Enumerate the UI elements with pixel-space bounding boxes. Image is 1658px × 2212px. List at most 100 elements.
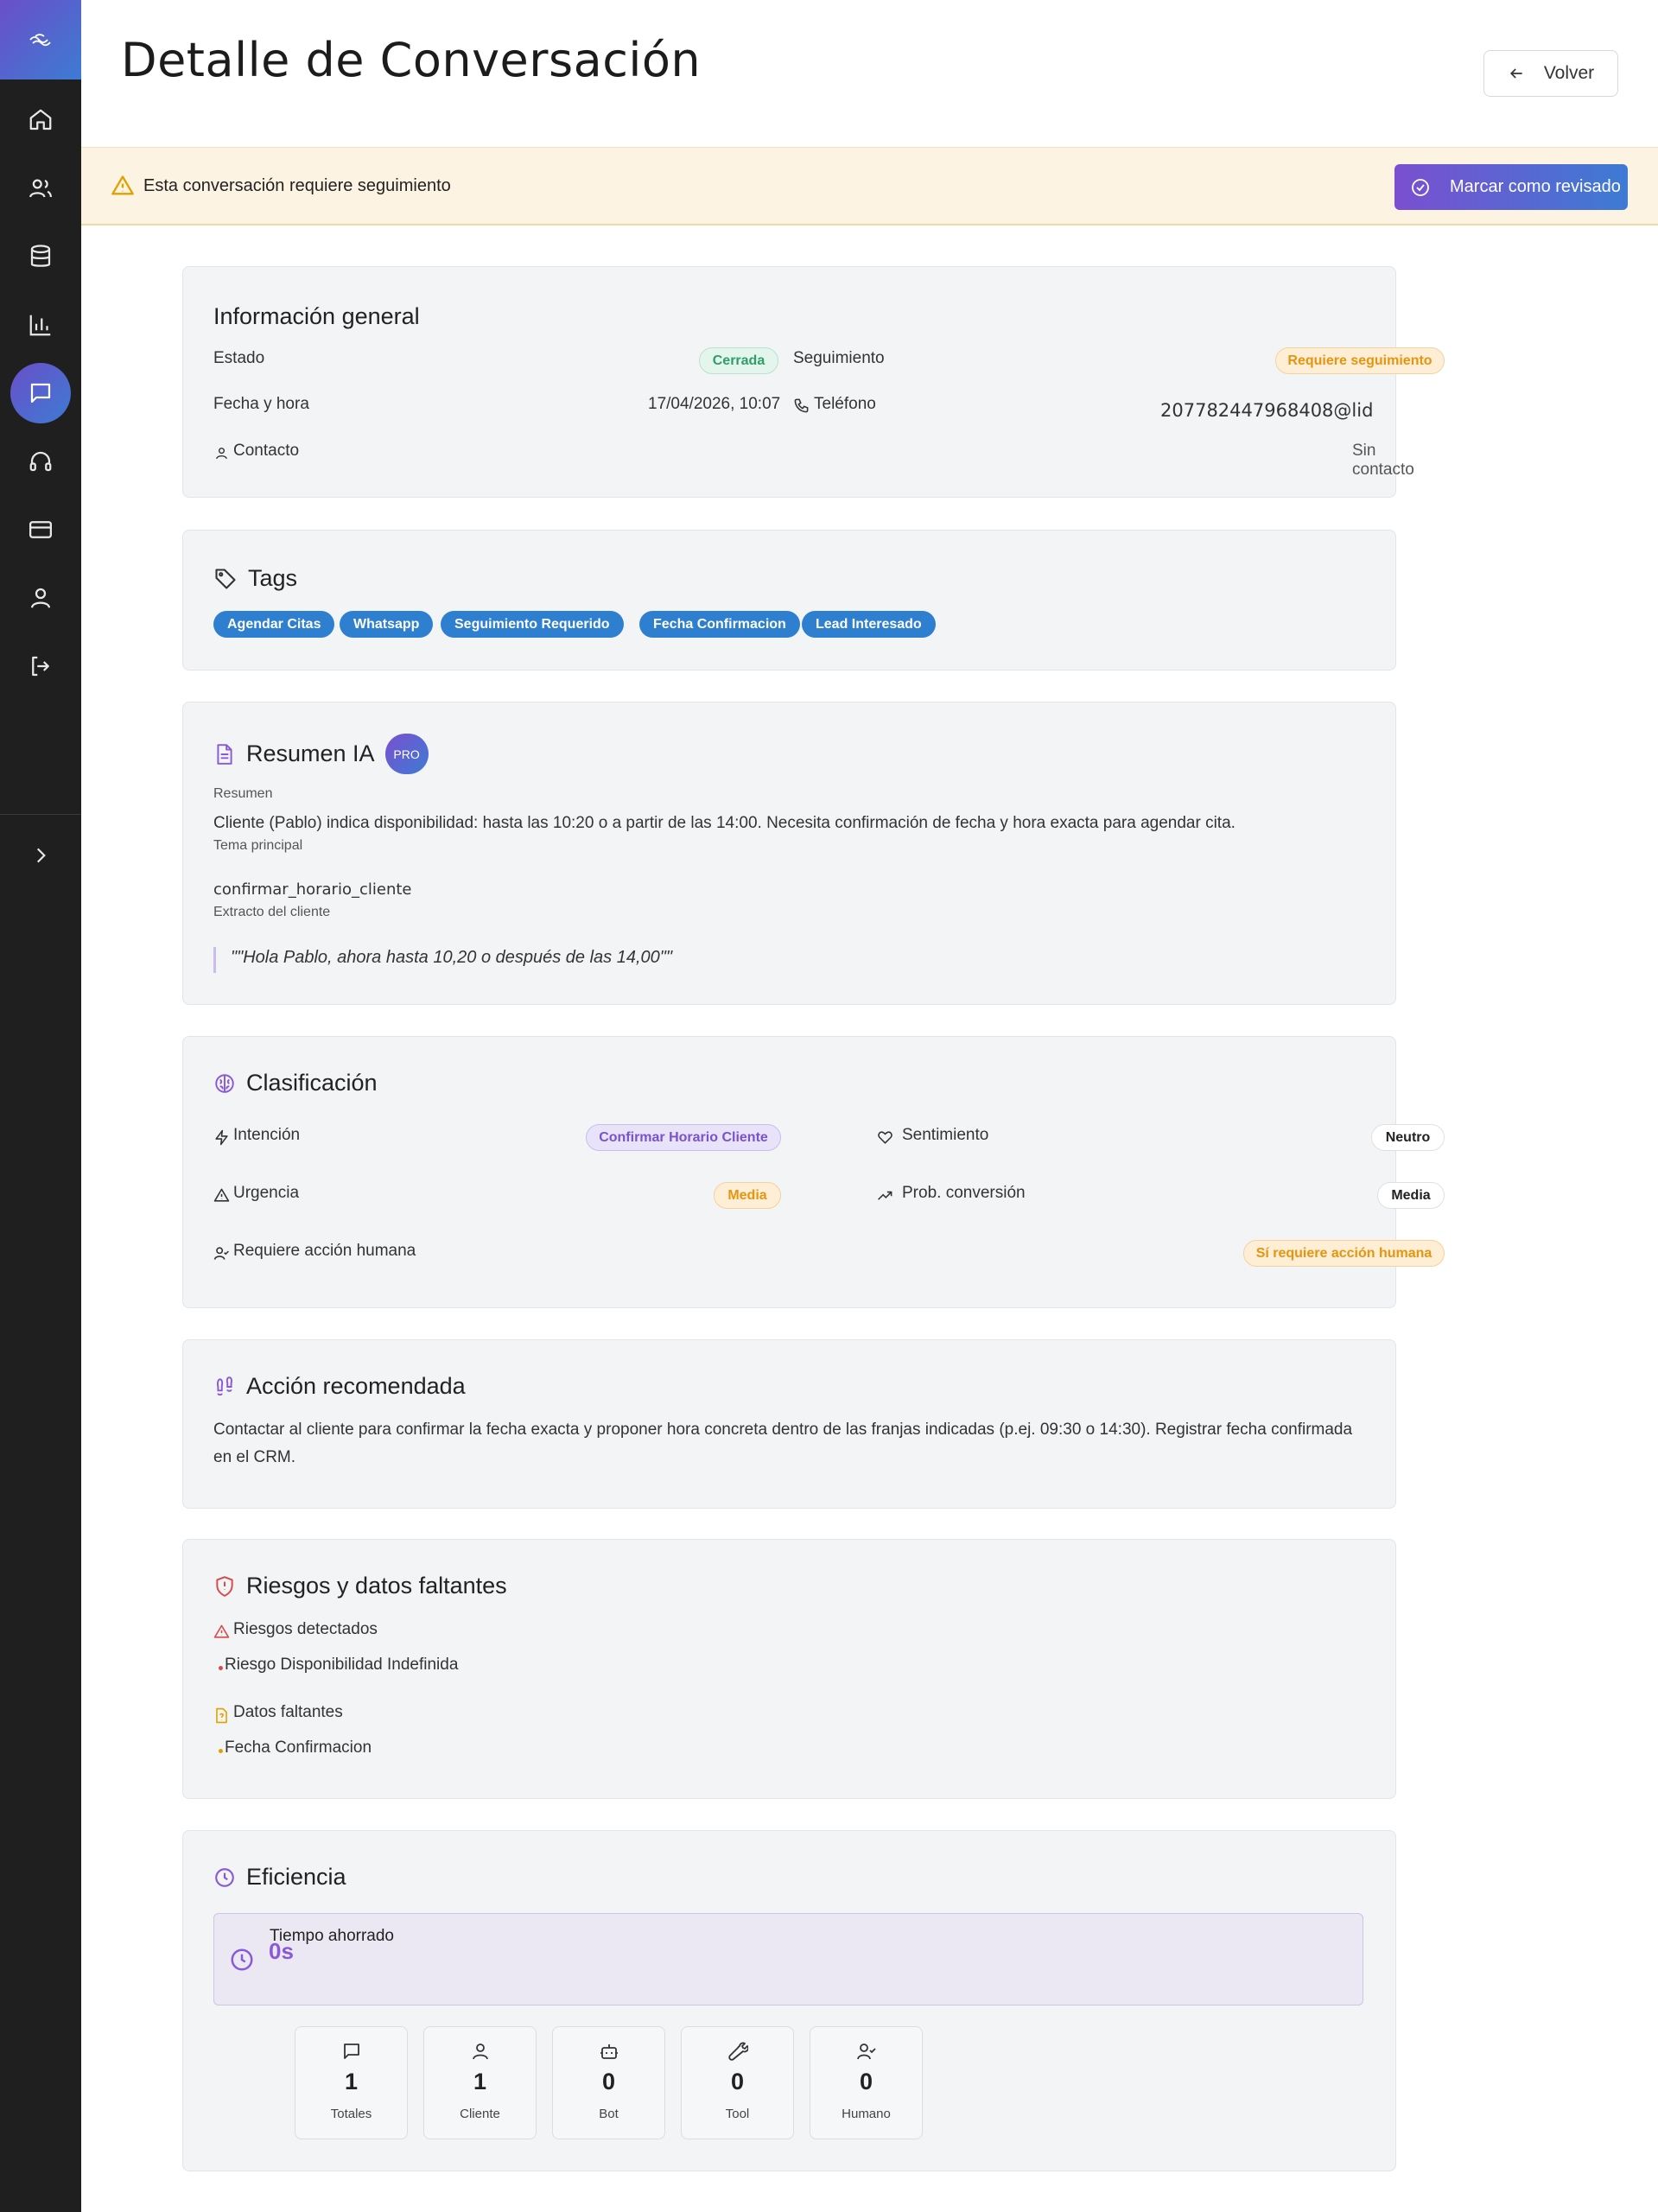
- user-icon: [214, 446, 229, 461]
- tiempo-label: Tiempo ahorrado: [270, 1927, 394, 1945]
- card-icon: [29, 521, 52, 538]
- riesgos-title-text: Riesgos y datos faltantes: [246, 1573, 507, 1599]
- warning-icon: [111, 174, 135, 198]
- sentimiento-label: Sentimiento: [902, 1126, 989, 1144]
- chat-icon: [30, 383, 51, 404]
- intencion-badge: Confirmar Horario Cliente: [586, 1124, 781, 1151]
- footprints-icon: [217, 1376, 232, 1395]
- accion-card: Acción recomendada Contactar al cliente …: [182, 1339, 1396, 1509]
- mark-reviewed-label: Marcar como revisado: [1450, 177, 1621, 196]
- tema-value: confirmar_horario_cliente: [213, 880, 412, 899]
- shield-alert-icon: [216, 1575, 233, 1597]
- tags-title: Tags: [213, 565, 297, 592]
- document-icon: [217, 743, 232, 765]
- alert-triangle-icon: [213, 1187, 230, 1204]
- tiempo-ahorrado-box: 0s Tiempo ahorrado: [213, 1913, 1363, 2005]
- clasificacion-title: Clasificación: [213, 1070, 378, 1096]
- accion-text-line2: en el CRM.: [213, 1448, 296, 1466]
- pro-badge: PRO: [384, 734, 429, 774]
- file-question-icon: [213, 1707, 230, 1724]
- general-info-title-text: Información general: [213, 303, 420, 329]
- heart-icon: [877, 1129, 893, 1146]
- resumen-card: Resumen IA PRO Resumen Cliente (Pablo) i…: [182, 702, 1396, 1005]
- resumen-label: Resumen: [213, 786, 273, 801]
- estado-label: Estado: [213, 349, 265, 367]
- metric-value: 0: [601, 2069, 616, 2094]
- logo-icon: [29, 34, 51, 47]
- headset-icon: [29, 451, 52, 472]
- metric-value: 1: [473, 2069, 487, 2094]
- tags-card: Tags Agendar Citas Whatsapp Seguimiento …: [182, 530, 1396, 671]
- sentimiento-badge: Neutro: [1371, 1124, 1445, 1151]
- clock-icon: [229, 1947, 255, 1973]
- clasificacion-title-text: Clasificación: [246, 1070, 378, 1096]
- seguimiento-label: Seguimiento: [793, 349, 885, 367]
- tag-chip[interactable]: Lead Interesado: [802, 611, 936, 638]
- urgencia-badge: Media: [714, 1182, 781, 1209]
- followup-banner: Esta conversación requiere seguimiento M…: [81, 147, 1658, 226]
- mark-reviewed-button[interactable]: Marcar como revisado: [1394, 164, 1628, 210]
- tag-chip[interactable]: Whatsapp: [340, 611, 434, 638]
- sidebar-expand-button[interactable]: [10, 825, 71, 886]
- tags-title-text: Tags: [248, 565, 298, 591]
- nav-logout[interactable]: [10, 636, 71, 696]
- metric-value: 0: [859, 2069, 873, 2094]
- urgencia-label: Urgencia: [233, 1184, 300, 1202]
- metric-value: 1: [344, 2069, 359, 2094]
- nav-analytics[interactable]: [10, 295, 71, 355]
- nav-home[interactable]: [10, 90, 71, 150]
- sidebar: [0, 0, 81, 2212]
- tag-chip[interactable]: Seguimiento Requerido: [441, 611, 624, 638]
- trending-up-icon: [877, 1187, 893, 1204]
- extracto-label: Extracto del cliente: [213, 905, 331, 919]
- nav-profile[interactable]: [10, 568, 71, 628]
- chart-icon: [29, 315, 51, 336]
- alert-triangle-icon: [213, 1624, 230, 1640]
- nav-database[interactable]: [10, 226, 71, 287]
- prob-badge: Media: [1377, 1182, 1445, 1209]
- metric-totales: 1 Totales: [295, 2026, 408, 2139]
- contacto-value: Sin contacto: [1352, 442, 1414, 479]
- general-info-card: Información general Estado Cerrada Segui…: [182, 266, 1445, 498]
- fecha-label: Fecha y hora: [213, 395, 309, 413]
- metric-humano: 0 Humano: [810, 2026, 923, 2139]
- wrench-icon: [727, 2041, 748, 2062]
- faltantes-label: Datos faltantes: [233, 1703, 343, 1721]
- metric-label: Tool: [725, 2107, 750, 2121]
- intencion-label: Intención: [233, 1126, 301, 1144]
- nav-users[interactable]: [10, 158, 71, 219]
- accion-title: Acción recomendada: [213, 1373, 466, 1400]
- eficiencia-title: Eficiencia: [213, 1864, 346, 1891]
- humana-label: Requiere acción humana: [233, 1242, 416, 1260]
- resumen-title: Resumen IA PRO: [213, 734, 429, 774]
- tag-icon: [215, 568, 236, 589]
- nav-billing[interactable]: [10, 499, 71, 560]
- user-check-icon: [213, 1245, 230, 1262]
- clock-icon: [215, 1867, 234, 1887]
- back-button[interactable]: Volver: [1483, 50, 1618, 97]
- telefono-label: Teléfono: [814, 395, 876, 413]
- nav-support[interactable]: [10, 431, 71, 492]
- tag-chip[interactable]: Agendar Citas: [213, 611, 335, 638]
- clasificacion-card: Clasificación Intención Confirmar Horari…: [182, 1036, 1445, 1308]
- riesgos-title: Riesgos y datos faltantes: [213, 1573, 507, 1599]
- missing-bullet: [219, 1749, 223, 1753]
- message-icon: [341, 2041, 362, 2062]
- metric-cliente: 1 Cliente: [423, 2026, 537, 2139]
- metric-value: 0: [730, 2069, 745, 2094]
- resumen-title-text: Resumen IA: [246, 741, 375, 766]
- brain-icon: [215, 1073, 234, 1093]
- metric-label: Cliente: [460, 2107, 500, 2121]
- arrow-left-icon: [1509, 68, 1522, 79]
- sidebar-divider: [0, 814, 81, 815]
- fecha-value: 17/04/2026, 10:07: [648, 395, 781, 413]
- metric-label: Totales: [330, 2107, 372, 2121]
- zap-icon: [213, 1129, 230, 1146]
- riesgos-card: Riesgos y datos faltantes Riesgos detect…: [182, 1539, 1396, 1799]
- tag-chip[interactable]: Fecha Confirmacion: [639, 611, 800, 638]
- app-logo[interactable]: [0, 0, 81, 79]
- accion-title-text: Acción recomendada: [246, 1373, 466, 1399]
- user-icon: [470, 2041, 491, 2062]
- metric-label: Bot: [599, 2107, 619, 2121]
- nav-conversations[interactable]: [10, 363, 71, 423]
